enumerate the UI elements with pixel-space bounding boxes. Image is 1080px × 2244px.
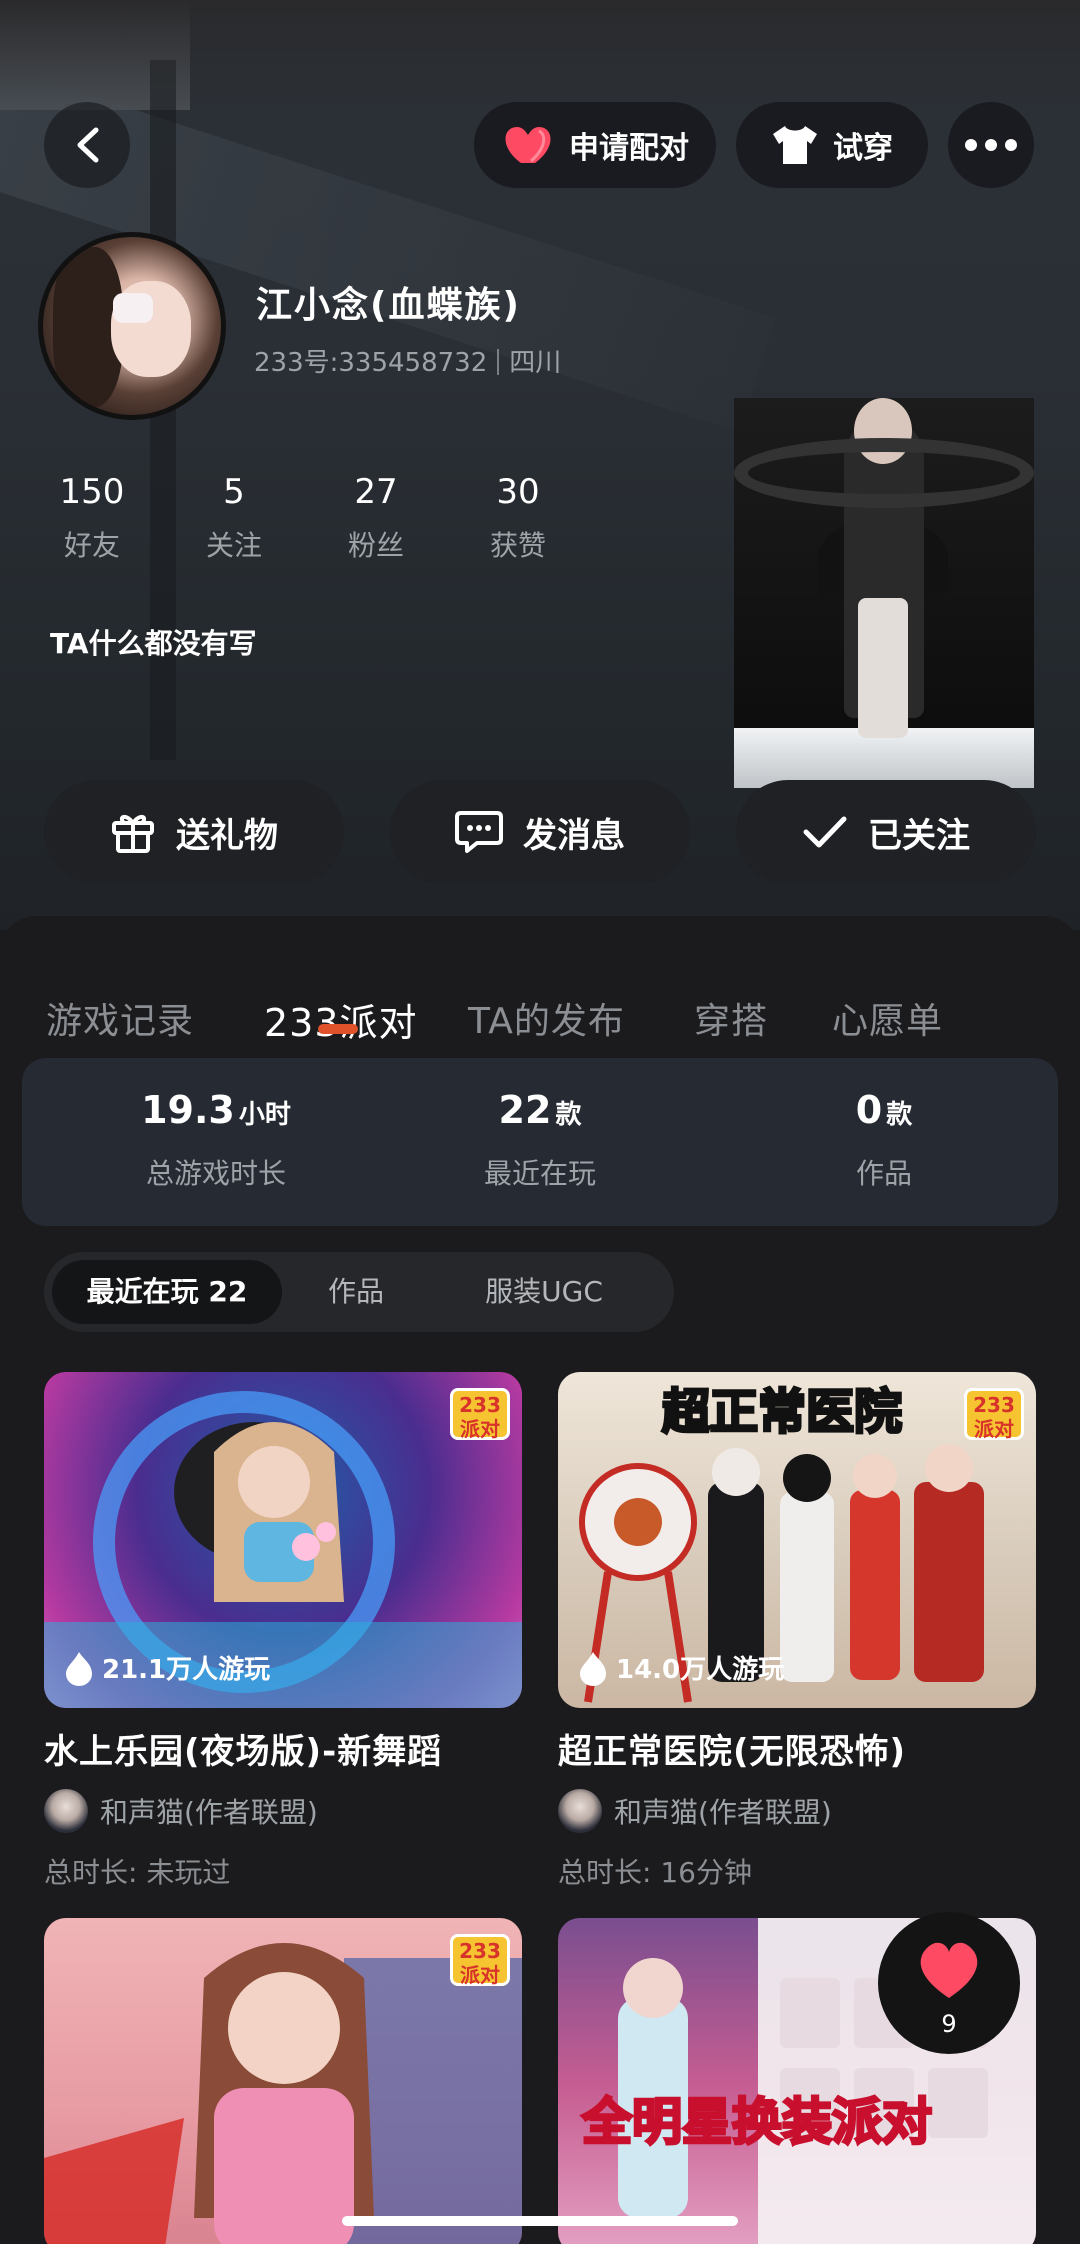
author-avatar	[558, 1789, 602, 1833]
character-model[interactable]	[734, 358, 1034, 788]
game-title: 水上乐园(夜场版)-新舞蹈	[44, 1732, 443, 1772]
summary-works: 0款 作品	[855, 1088, 913, 1190]
party-badge: 233 派对	[450, 1934, 510, 1987]
tab-game-records[interactable]: 游戏记录	[46, 992, 194, 1044]
stat-following[interactable]: 5 关注	[174, 472, 294, 564]
apply-pair-button[interactable]: 申请配对	[474, 102, 716, 188]
game-thumbnail: 超正常医院 233 派对 14.0万人游玩	[558, 1372, 1036, 1708]
like-count: 9	[941, 2010, 957, 2038]
game-thumbnail: 233 派对 21.1万人游玩	[44, 1372, 522, 1708]
send-message-button[interactable]: 发消息	[390, 780, 690, 884]
player-count: 14.0万人游玩	[578, 1649, 784, 1686]
flame-icon	[66, 1651, 92, 1686]
author-avatar	[44, 1789, 88, 1833]
profile-header: 申请配对 试穿 江小念(血蝶族) 233号:335458732 四川 150 好友	[0, 0, 1080, 930]
play-time: 总时长: 未玩过	[44, 1856, 231, 1889]
tab-233-party[interactable]: 233派对	[264, 992, 418, 1047]
play-summary: 19.3 小时 总游戏时长 22 款 最近在玩 0款 作品	[22, 1058, 1058, 1226]
check-icon	[803, 816, 847, 848]
tshirt-icon	[773, 126, 817, 164]
profile-uid: 233号:335458732 四川	[254, 342, 561, 379]
filter-clothing-ugc[interactable]: 服装UGC	[444, 1252, 644, 1332]
game-title: 超正常医院(无限恐怖)	[558, 1732, 907, 1772]
player-count: 21.1万人游玩	[64, 1649, 270, 1686]
party-badge: 233 派对	[964, 1388, 1024, 1441]
play-time: 总时长: 16分钟	[558, 1856, 752, 1889]
game-card[interactable]: 233 派对	[44, 1918, 522, 2244]
apply-pair-label: 申请配对	[569, 131, 689, 166]
game-author[interactable]: 和声猫(作者联盟)	[44, 1789, 522, 1833]
game-author[interactable]: 和声猫(作者联盟)	[558, 1789, 1036, 1833]
home-indicator[interactable]	[342, 2216, 738, 2226]
heart-icon	[920, 1942, 978, 1998]
profile-page: 申请配对 试穿 江小念(血蝶族) 233号:335458732 四川 150 好友	[0, 0, 1080, 2244]
party-badge: 233 派对	[450, 1388, 510, 1441]
filter-works[interactable]: 作品	[306, 1252, 406, 1332]
uid-text: 233号:335458732	[254, 348, 488, 378]
filter-recent[interactable]: 最近在玩 22	[52, 1260, 282, 1324]
send-gift-button[interactable]: 送礼物	[44, 780, 344, 884]
filter-bar: 最近在玩 22 作品 服装UGC	[44, 1252, 674, 1332]
send-message-label: 发消息	[523, 815, 625, 856]
send-gift-label: 送礼物	[176, 815, 278, 856]
tab-indicator	[318, 1024, 358, 1034]
summary-total-time: 19.3 小时 总游戏时长	[141, 1088, 291, 1190]
game-banner: 全明星换装派对	[581, 2092, 934, 2153]
more-button[interactable]	[948, 102, 1034, 188]
tab-outfits[interactable]: 穿搭	[694, 992, 768, 1044]
region-text: 四川	[509, 348, 562, 378]
followed-label: 已关注	[868, 815, 970, 856]
gift-icon	[112, 815, 154, 853]
try-on-button[interactable]: 试穿	[736, 102, 928, 188]
game-thumbnail: 233 派对	[44, 1918, 522, 2244]
game-banner: 超正常医院	[660, 1383, 903, 1442]
more-icon	[965, 139, 1017, 151]
stat-likes[interactable]: 30 获赞	[458, 472, 578, 564]
game-card[interactable]: 233 派对 21.1万人游玩 水上乐园(夜场版)-新舞蹈 和声猫(作者联盟) 总…	[44, 1372, 522, 1891]
tab-wishlist[interactable]: 心愿单	[832, 992, 943, 1044]
profile-bio: TA什么都没有写	[50, 627, 257, 660]
stat-followers[interactable]: 27 粉丝	[316, 472, 436, 564]
profile-name: 江小念(血蝶族)	[256, 285, 521, 326]
try-on-label: 试穿	[833, 131, 893, 166]
stat-friends[interactable]: 150 好友	[32, 472, 152, 564]
message-icon	[455, 811, 503, 853]
avatar[interactable]	[38, 232, 226, 420]
heart-icon	[505, 127, 551, 163]
tab-posts[interactable]: TA的发布	[468, 992, 625, 1044]
flame-icon	[580, 1651, 606, 1686]
tab-bar: 游戏记录 233派对 TA的发布 穿搭 心愿单	[0, 952, 1080, 1045]
back-button[interactable]	[44, 102, 130, 188]
chevron-left-icon	[77, 127, 99, 163]
game-card[interactable]: 超正常医院 233 派对 14.0万人游玩 超正常医院(无限恐怖) 和声猫(作者联…	[558, 1372, 1036, 1891]
followed-button[interactable]: 已关注	[736, 780, 1036, 884]
floating-like-button[interactable]: 9	[878, 1912, 1020, 2054]
summary-recent: 22 款 最近在玩	[483, 1088, 596, 1190]
